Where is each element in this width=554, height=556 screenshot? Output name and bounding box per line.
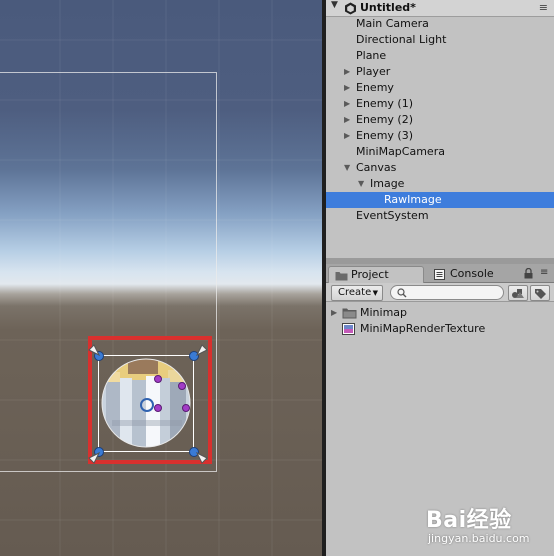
expand-arrow-icon[interactable]: ▶ <box>344 128 350 144</box>
hierarchy-item-label: Enemy <box>356 81 394 94</box>
asset-label: MiniMapRenderTexture <box>360 322 486 335</box>
hierarchy-item-label: Main Camera <box>356 17 429 30</box>
render-texture-icon <box>342 323 355 335</box>
tab-project-label: Project <box>351 268 389 281</box>
anchor-bottom-left-icon[interactable] <box>88 452 100 464</box>
hierarchy-item-label: Plane <box>356 49 387 62</box>
tab-project[interactable]: Project <box>328 266 424 283</box>
scene-title: Untitled* <box>360 1 416 14</box>
anchor-top-left-icon[interactable] <box>88 344 100 356</box>
hierarchy-item-minimapcamera[interactable]: MiniMapCamera <box>326 144 554 160</box>
hierarchy-item-eventsystem[interactable]: EventSystem <box>326 208 554 224</box>
asset-item-render-texture[interactable]: MiniMapRenderTexture <box>326 321 554 337</box>
project-tab-bar: Project Console ≡ <box>326 264 554 283</box>
unity-scene-icon <box>345 2 356 15</box>
hierarchy-item-label: Directional Light <box>356 33 447 46</box>
expand-arrow-icon[interactable]: ▶ <box>331 305 337 321</box>
enemy-marker-dot <box>154 375 162 383</box>
filter-by-type-button[interactable] <box>508 285 528 301</box>
hierarchy-item-label: Image <box>370 177 405 190</box>
create-button-label: Create <box>338 287 372 298</box>
hierarchy-item-directional-light[interactable]: Directional Light <box>326 32 554 48</box>
folder-icon <box>335 272 348 281</box>
watermark-url: jingyan.baidu.com <box>428 532 530 545</box>
hierarchy-item-label: Enemy (2) <box>356 113 413 126</box>
hierarchy-item-canvas[interactable]: ▼ Canvas <box>326 160 554 176</box>
hierarchy-panel: Main Camera Directional Light Plane ▶ Player… <box>326 0 554 258</box>
hierarchy-item-image[interactable]: ▼ Image <box>326 176 554 192</box>
hierarchy-item-label: Enemy (1) <box>356 97 413 110</box>
hierarchy-item-enemy-2[interactable]: ▶ Enemy (2) <box>326 112 554 128</box>
enemy-marker-dot <box>154 404 162 412</box>
hierarchy-item-label: Canvas <box>356 161 397 174</box>
asset-label: Minimap <box>360 306 408 319</box>
anchor-bottom-right-icon[interactable] <box>196 452 208 464</box>
minimap-raw-image[interactable] <box>0 0 322 556</box>
tag-icon <box>535 289 546 299</box>
filter-type-icon <box>512 289 524 298</box>
dropdown-caret-icon: ▼ <box>372 289 378 297</box>
anchor-top-right-icon[interactable] <box>196 344 208 356</box>
lock-icon[interactable] <box>524 268 533 279</box>
search-input[interactable] <box>411 286 497 298</box>
folder-icon <box>342 308 357 319</box>
enemy-marker-dot <box>182 404 190 412</box>
hierarchy-item-main-camera[interactable]: Main Camera <box>326 16 554 32</box>
expand-arrow-icon[interactable]: ▶ <box>344 112 350 128</box>
console-icon <box>434 269 445 280</box>
hierarchy-item-enemy[interactable]: ▶ Enemy <box>326 80 554 96</box>
expand-arrow-icon[interactable]: ▶ <box>344 80 350 96</box>
hierarchy-item-enemy-1[interactable]: ▶ Enemy (1) <box>326 96 554 112</box>
scene-view[interactable] <box>0 0 322 556</box>
asset-item-minimap[interactable]: ▶ Minimap <box>326 305 554 321</box>
hierarchy-item-label: EventSystem <box>356 209 429 222</box>
baidu-watermark: Bai经验 jingyan.baidu.com <box>426 496 554 554</box>
pivot-handle[interactable] <box>140 398 154 412</box>
hierarchy-item-plane[interactable]: Plane <box>326 48 554 64</box>
tab-console-label: Console <box>450 267 494 280</box>
expand-arrow-icon[interactable]: ▶ <box>344 64 350 80</box>
hierarchy-item-label: Player <box>356 65 391 78</box>
hierarchy-item-enemy-3[interactable]: ▶ Enemy (3) <box>326 128 554 144</box>
expand-arrow-icon[interactable]: ▼ <box>331 0 338 10</box>
search-field[interactable] <box>390 285 504 300</box>
hierarchy-item-player[interactable]: ▶ Player <box>326 64 554 80</box>
collapse-arrow-icon[interactable]: ▼ <box>358 176 364 192</box>
project-menu-icon[interactable]: ≡ <box>540 265 548 281</box>
watermark-brand: Bai经验 <box>426 508 512 533</box>
expand-arrow-icon[interactable]: ▶ <box>344 96 350 112</box>
collapse-arrow-icon[interactable]: ▼ <box>344 160 350 176</box>
scene-header[interactable]: ▼ Untitled* ≡ <box>326 0 554 17</box>
tab-console[interactable]: Console <box>428 266 518 282</box>
project-toolbar: Create ▼ <box>326 283 554 302</box>
enemy-marker-dot <box>178 382 186 390</box>
hierarchy-item-label: RawImage <box>384 193 442 206</box>
hierarchy-item-label: MiniMapCamera <box>356 145 445 158</box>
hierarchy-item-rawimage[interactable]: RawImage <box>326 192 554 208</box>
create-button[interactable]: Create ▼ <box>331 285 383 301</box>
hierarchy-menu-icon[interactable]: ≡ <box>539 0 548 16</box>
filter-by-label-button[interactable] <box>530 285 550 301</box>
hierarchy-item-label: Enemy (3) <box>356 129 413 142</box>
search-icon <box>397 288 407 298</box>
